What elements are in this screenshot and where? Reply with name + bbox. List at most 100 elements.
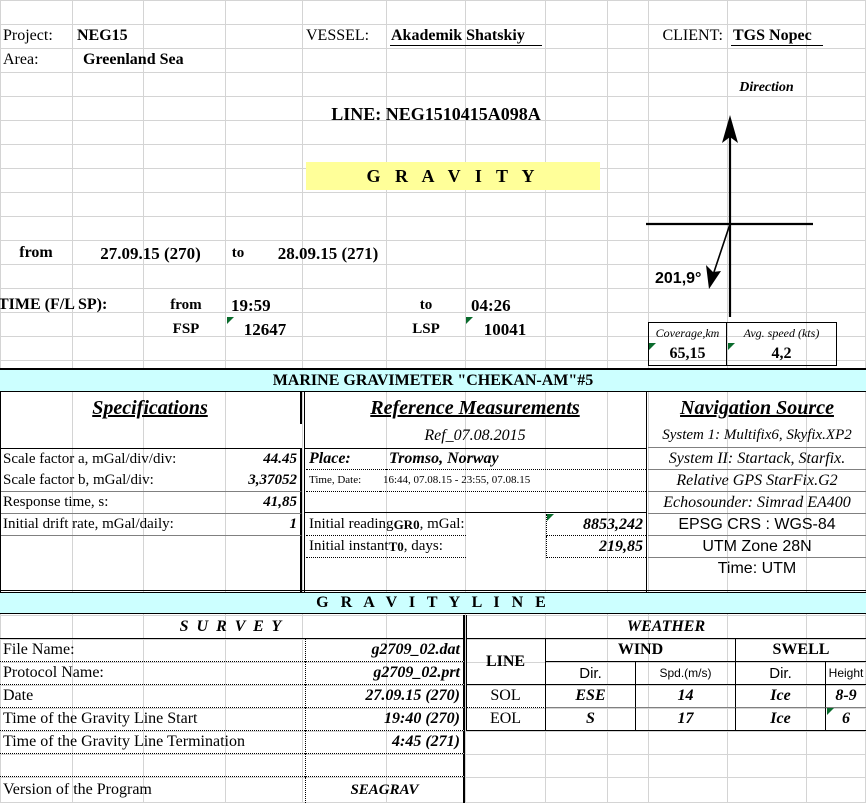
time-to-label: to xyxy=(419,296,433,313)
reference-title: Reference Measurements xyxy=(370,397,580,419)
reference-subtitle: Ref_07.08.2015 xyxy=(424,427,526,444)
survey-label-5 xyxy=(0,754,305,777)
avg-speed-value[interactable]: 4,2 xyxy=(727,342,837,366)
gr0-label-suffix: , mGal: xyxy=(419,516,465,532)
line-title: LINE: NEG1510415A098A xyxy=(331,104,541,124)
wind-spd-subheader: Spd.(m/s) xyxy=(636,662,736,685)
time-from-value[interactable]: 19:59 xyxy=(228,293,328,317)
specifications-title: Specifications xyxy=(0,392,302,424)
nav-line-3: Echosounder: Simrad EA400 xyxy=(648,492,866,514)
gr0-value[interactable]: 8853,242 xyxy=(546,514,646,536)
weather-row-1-swell-dir[interactable]: Ice xyxy=(736,708,826,731)
survey-label-0: File Name: xyxy=(0,639,305,662)
survey-value-3[interactable]: 19:40 (270) xyxy=(305,708,465,731)
survey-value-6[interactable]: SEAGRAV xyxy=(305,777,465,803)
grid-hline xyxy=(0,0,866,1)
lsp-label: LSP xyxy=(412,320,440,337)
weather-row-1-line: EOL xyxy=(466,708,546,731)
place-label: Place: xyxy=(306,448,386,470)
fsp-label: FSP xyxy=(172,320,200,337)
spec-value-1[interactable]: 3,37052 xyxy=(228,470,302,492)
date-from-label: from xyxy=(19,244,53,261)
comment-marker-icon xyxy=(466,317,473,324)
wind-header: WIND xyxy=(546,639,736,662)
weather-row-0-wind-dir[interactable]: ESE xyxy=(546,685,636,708)
weather-row-1-wind-dir[interactable]: S xyxy=(546,708,636,731)
comment-marker-icon xyxy=(547,514,554,521)
gravity-line-banner: G R A V I T Y L I N E xyxy=(0,592,866,614)
gr0-label-prefix: Initial reading xyxy=(309,516,394,532)
spec-left-border xyxy=(0,392,1,592)
t0-symbol: T0 xyxy=(388,539,404,554)
t0-label: Initial instant T0, days: xyxy=(306,536,466,558)
nav-line-0: System 1: Multifix6, Skyfix.XP2 xyxy=(648,424,866,448)
navigation-title: Navigation Source xyxy=(680,397,834,419)
survey-label-4: Time of the Gravity Line Termination xyxy=(0,731,305,754)
nav-sans-0: EPSG CRS : WGS-84 xyxy=(648,514,866,536)
t0-label-suffix: , days: xyxy=(403,538,443,554)
weather-row-0-swell-height[interactable]: 8-9 xyxy=(826,685,866,708)
survey-title: S U R V E Y xyxy=(0,615,465,639)
spec-value-2[interactable]: 41,85 xyxy=(228,492,302,514)
ref-rule-bottom xyxy=(304,590,646,591)
gravity-banner: G R A V I T Y xyxy=(306,162,600,190)
specs-filler xyxy=(228,536,302,592)
survey-label-3: Time of the Gravity Line Start xyxy=(0,708,305,731)
swell-header: SWELL xyxy=(736,639,866,662)
area-value[interactable]: Greenland Sea xyxy=(80,48,230,72)
ref-left-border xyxy=(304,392,305,592)
weather-row-0-line: SOL xyxy=(466,685,546,708)
time-to-value[interactable]: 04:26 xyxy=(468,293,568,317)
t0-label-prefix: Initial instant xyxy=(309,538,389,554)
survey-label-6: Version of the Program xyxy=(3,781,152,798)
weather-row-1-wind-spd[interactable]: 17 xyxy=(636,708,736,731)
survey-value-2[interactable]: 27.09.15 (270) xyxy=(305,685,465,708)
avg-speed-label: Avg. speed (kts) xyxy=(727,322,837,342)
time-row-label: TIME (F/L SP): xyxy=(0,296,108,313)
direction-compass xyxy=(630,95,830,325)
spec-value-0[interactable]: 44.45 xyxy=(228,448,302,470)
place-value[interactable]: Tromso, Norway xyxy=(386,448,646,470)
swell-height-subheader: Height xyxy=(826,662,866,685)
timedate-value[interactable]: 16:44, 07.08.15 - 23:55, 07.08.15 xyxy=(380,470,646,492)
gr0-symbol: GR0 xyxy=(393,517,420,532)
grid-hline xyxy=(0,72,866,73)
date-to-label: to xyxy=(231,244,245,261)
date-from-value[interactable]: 27.09.15 (270) xyxy=(78,241,223,265)
survey-value-4[interactable]: 4:45 (271) xyxy=(305,731,465,754)
spec-value-3[interactable]: 1 xyxy=(228,514,302,536)
vessel-underline xyxy=(390,45,542,46)
fsp-value[interactable]: 12647 xyxy=(227,317,303,341)
coverage-value[interactable]: 65,15 xyxy=(648,342,727,366)
survey-value-0[interactable]: g2709_02.dat xyxy=(305,639,465,662)
project-value[interactable]: NEG15 xyxy=(74,24,224,48)
spec-label-3: Initial drift rate, mGal/daily: xyxy=(0,514,228,536)
spec-label-2: Response time, s: xyxy=(0,492,228,514)
comment-marker-icon xyxy=(827,708,834,715)
vessel-label: VESSEL: xyxy=(306,27,370,44)
survey-label-2: Date xyxy=(0,685,305,708)
survey-value-1[interactable]: g2709_02.prt xyxy=(305,662,465,685)
lsp-value[interactable]: 10041 xyxy=(466,317,544,341)
spec-label-0: Scale factor a, mGal/div/div: xyxy=(0,448,228,470)
nav-sans-2: Time: UTM xyxy=(717,560,797,577)
weather-row-0-wind-spd[interactable]: 14 xyxy=(636,685,736,708)
timedate-label: Time, Date: xyxy=(306,470,380,492)
weather-line-header: LINE xyxy=(466,639,546,685)
wind-dir-subheader: Dir. xyxy=(546,662,636,685)
survey-value-5[interactable] xyxy=(305,754,465,777)
client-underline xyxy=(731,45,823,46)
comment-marker-icon xyxy=(227,317,234,324)
date-to-value[interactable]: 28.09.15 (271) xyxy=(254,241,402,265)
nav-sans-1: UTM Zone 28N xyxy=(648,536,866,558)
nav-line-2: Relative GPS StarFix.G2 xyxy=(648,470,866,492)
spec-label-1: Scale factor b, mGal/div: xyxy=(0,470,228,492)
comment-marker-icon xyxy=(728,343,735,350)
survey-label-1: Protocol Name: xyxy=(0,662,305,685)
t0-value[interactable]: 219,85 xyxy=(546,536,646,558)
ref-rule-mid xyxy=(304,512,646,513)
nav-line-1: System II: Startack, Starfix. xyxy=(648,448,866,470)
time-from-label: from xyxy=(170,296,202,313)
spreadsheet-canvas: Project: NEG15 VESSEL: Akademik Shatskiy… xyxy=(0,0,866,803)
weather-row-0-swell-dir[interactable]: Ice xyxy=(736,685,826,708)
